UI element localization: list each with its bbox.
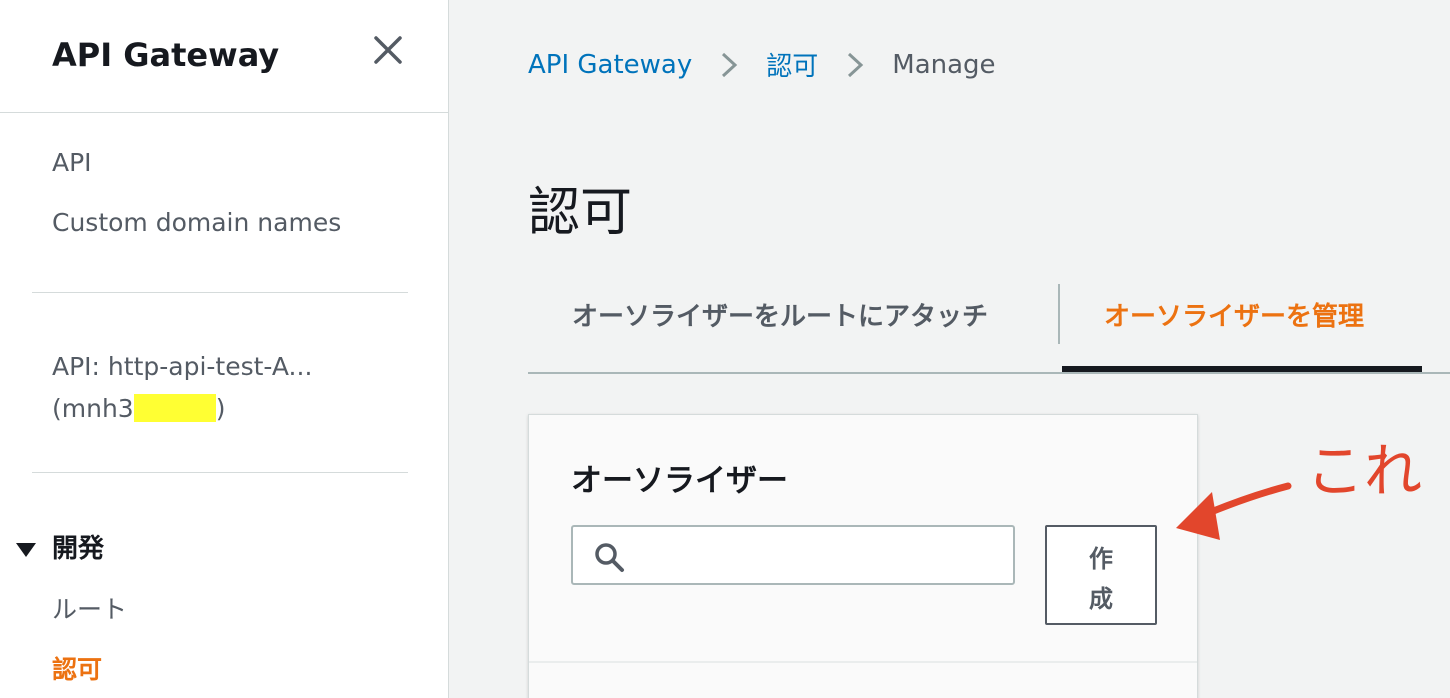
api-name: API: http-api-test-A...: [52, 352, 313, 381]
page-title: 認可: [528, 183, 633, 243]
redaction-highlight: [133, 394, 216, 422]
sidebar-divider: [32, 292, 408, 293]
create-button[interactable]: 作 成: [1045, 525, 1157, 625]
sidebar: API Gateway API Custom domain names API:…: [0, 0, 449, 698]
chevron-right-icon: [848, 52, 864, 77]
breadcrumb-api-gateway[interactable]: API Gateway: [528, 50, 692, 80]
tab-attach-authorizers[interactable]: オーソライザーをルートにアタッチ: [572, 296, 988, 333]
chevron-right-icon: [722, 52, 738, 77]
api-id-prefix: (mnh3: [52, 394, 134, 423]
breadcrumb-authorization[interactable]: 認可: [766, 46, 818, 83]
sidebar-title: API Gateway: [52, 36, 280, 74]
sidebar-item-api[interactable]: API: [52, 148, 92, 177]
create-label-line1: 作: [1089, 545, 1113, 573]
tab-manage-authorizers[interactable]: オーソライザーを管理: [1104, 296, 1364, 333]
search-icon: [595, 543, 624, 572]
caret-down-icon: [16, 542, 36, 557]
breadcrumb: API Gateway 認可 Manage: [528, 46, 996, 83]
search-input[interactable]: [637, 535, 997, 575]
tab-bar: オーソライザーをルートにアタッチ オーソライザーを管理: [528, 278, 1450, 374]
sidebar-item-custom-domain-names[interactable]: Custom domain names: [52, 208, 341, 237]
api-id-suffix: ): [215, 394, 226, 423]
sidebar-divider: [32, 472, 408, 473]
sidebar-api-selector[interactable]: API: http-api-test-A... (mnh3): [52, 346, 392, 430]
close-icon[interactable]: [370, 32, 406, 68]
panel-title: オーソライザー: [571, 463, 788, 499]
api-id: (mnh3): [52, 388, 392, 430]
sidebar-item-authorization[interactable]: 認可: [52, 650, 102, 686]
breadcrumb-current: Manage: [892, 49, 996, 80]
sidebar-divider: [0, 112, 448, 113]
search-box: [571, 525, 1015, 585]
create-label-line2: 成: [1089, 585, 1113, 613]
tab-divider: [1058, 284, 1060, 344]
sidebar-section-develop[interactable]: 開発: [16, 528, 104, 565]
sidebar-item-routes[interactable]: ルート: [52, 590, 127, 626]
authorizers-panel: オーソライザー 作 成: [528, 414, 1198, 698]
annotation-text: これ: [1306, 437, 1423, 505]
sidebar-section-label: 開発: [52, 534, 105, 564]
panel-divider: [529, 661, 1197, 663]
active-tab-indicator: [1062, 366, 1422, 372]
annotation-arrow-icon: [1176, 482, 1292, 540]
